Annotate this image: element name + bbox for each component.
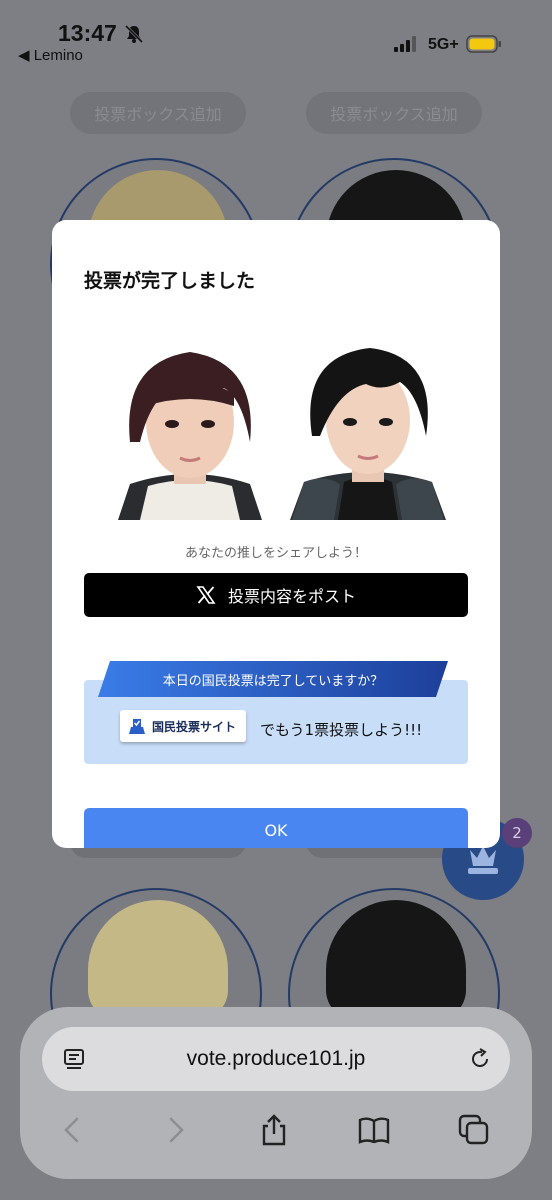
ballot-box-icon bbox=[129, 719, 145, 734]
candidate-portrait-left bbox=[118, 352, 262, 520]
candidate-photo bbox=[326, 900, 466, 1020]
promo-banner-text: 本日の国民投票は完了していますか？ bbox=[162, 673, 384, 689]
reload-icon[interactable] bbox=[468, 1047, 492, 1071]
address-bar[interactable]: vote.produce101.jp bbox=[42, 1027, 510, 1091]
network-type: 5G+ bbox=[428, 36, 459, 53]
dialog-title: 投票が完了しました bbox=[84, 270, 256, 292]
post-to-x-button[interactable]: 投票内容をポスト bbox=[84, 573, 468, 617]
ok-button[interactable]: OK bbox=[84, 808, 468, 848]
bell-muted-icon bbox=[124, 24, 144, 44]
add-vote-box-button[interactable]: 投票ボックス追加 bbox=[306, 92, 482, 134]
promo-text: でもう1票投票しよう!!! bbox=[260, 721, 423, 739]
share-icon[interactable] bbox=[257, 1113, 291, 1147]
clock: 13:47 bbox=[58, 20, 117, 46]
vote-complete-dialog: 投票が完了しました あなたの推しをシェアしよう！ 投票内容をポスト 本日の国民投… bbox=[52, 220, 500, 848]
x-logo-icon bbox=[196, 586, 216, 604]
ranking-count-badge: 2 bbox=[502, 818, 532, 848]
signal-icon bbox=[394, 36, 416, 52]
url-text: vote.produce101.jp bbox=[186, 1047, 366, 1070]
back-arrow-icon[interactable] bbox=[56, 1113, 90, 1147]
back-to-app-link[interactable]: ◀ Lemino bbox=[18, 46, 83, 64]
post-button-label: 投票内容をポスト bbox=[227, 587, 356, 606]
share-prompt: あなたの推しをシェアしよう！ bbox=[184, 546, 367, 561]
candidate-photo bbox=[88, 900, 228, 1020]
battery-icon bbox=[466, 35, 501, 53]
forward-arrow-icon[interactable] bbox=[158, 1113, 192, 1147]
national-vote-site-link[interactable]: 国民投票サイト bbox=[120, 710, 246, 742]
tabs-icon[interactable] bbox=[457, 1113, 491, 1147]
bookmarks-icon[interactable] bbox=[357, 1113, 391, 1147]
browser-toolbar: vote.produce101.jp bbox=[20, 1007, 532, 1179]
add-vote-box-button[interactable]: 投票ボックス追加 bbox=[70, 92, 246, 134]
status-bar: 13:47 ◀ Lemino 5G+ bbox=[0, 0, 552, 70]
site-chip-label: 国民投票サイト bbox=[152, 719, 237, 734]
candidate-portrait-right bbox=[290, 348, 446, 520]
